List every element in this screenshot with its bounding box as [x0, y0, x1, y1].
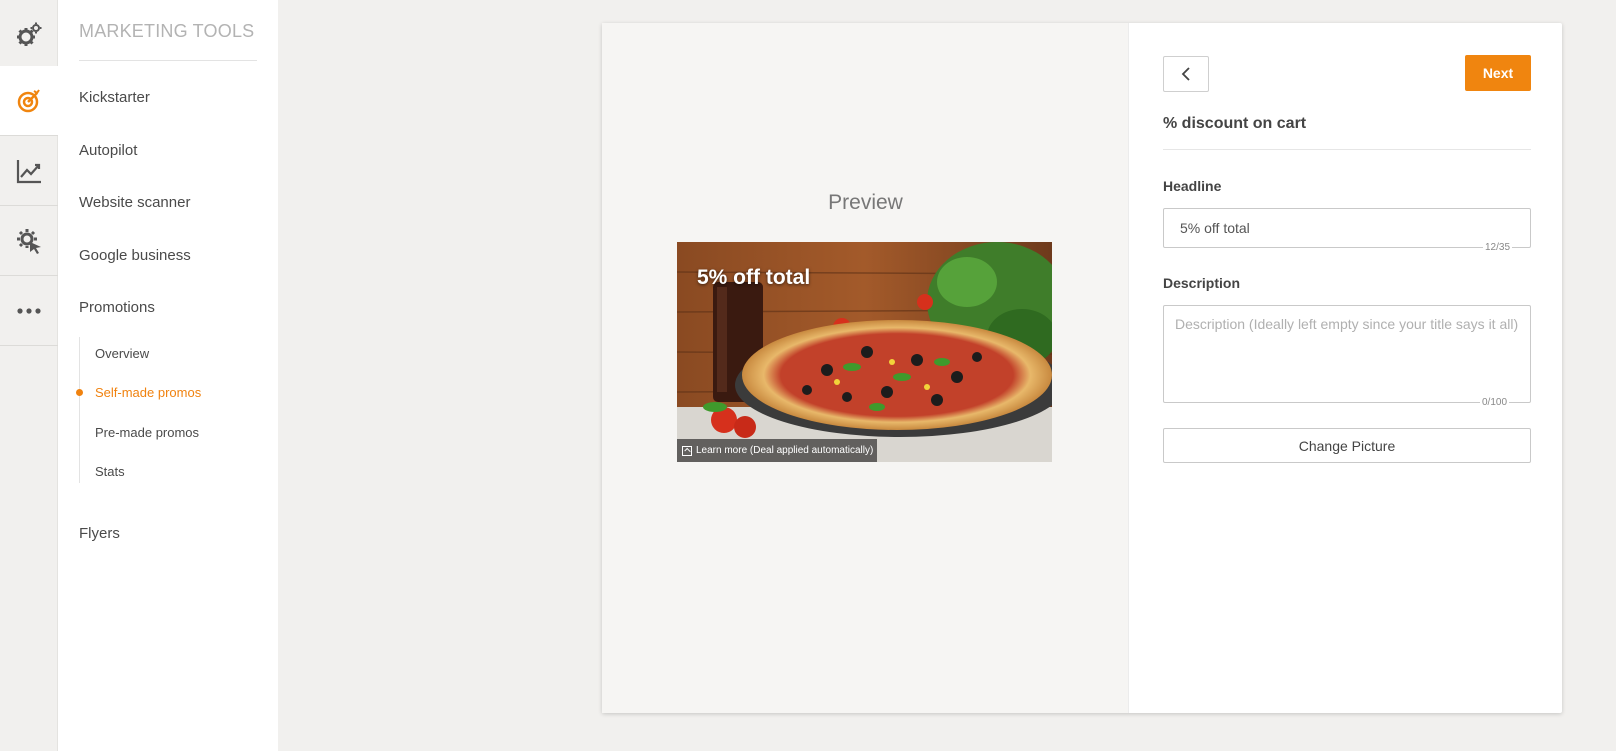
- preview-title: Preview: [828, 191, 903, 214]
- form-divider: [1163, 149, 1531, 150]
- rail-settings[interactable]: [0, 0, 58, 70]
- change-picture-button[interactable]: Change Picture: [1163, 428, 1531, 463]
- submenu-line: [79, 337, 80, 483]
- icon-rail: [0, 0, 58, 751]
- rail-automation[interactable]: [0, 206, 58, 276]
- sidebar-item-website-scanner[interactable]: Website scanner: [79, 194, 190, 211]
- chevron-left-icon: [1181, 67, 1190, 81]
- sidebar-item-autopilot[interactable]: Autopilot: [79, 142, 137, 159]
- promo-type-title: % discount on cart: [1163, 115, 1307, 132]
- promo-preview-image: 5% off total Learn more (Deal applied au…: [677, 242, 1052, 462]
- chart-line-icon: [16, 159, 41, 183]
- expand-icon: [682, 445, 692, 456]
- rail-more[interactable]: [0, 276, 58, 346]
- form-pane: Next % discount on cart Headline 12/35 D…: [1130, 23, 1562, 713]
- settings-gears-icon: [17, 22, 42, 46]
- active-indicator-dot: [76, 389, 83, 396]
- learn-more-text: Learn more (Deal applied automatically): [696, 445, 874, 456]
- promo-headline: 5% off total: [697, 266, 811, 289]
- learn-more-bar[interactable]: Learn more (Deal applied automatically): [677, 439, 877, 462]
- headline-label: Headline: [1163, 178, 1222, 194]
- description-textarea[interactable]: [1163, 305, 1531, 403]
- more-dots-icon: [17, 307, 41, 314]
- rail-marketing[interactable]: [0, 66, 58, 136]
- sidebar-title: MARKETING TOOLS: [79, 21, 255, 41]
- promo-editor-card: Preview 5% off total Learn more (Deal ap…: [602, 23, 1562, 713]
- preview-pane: Preview 5% off total Learn more (Deal ap…: [602, 23, 1129, 713]
- rail-analytics[interactable]: [0, 136, 58, 206]
- submenu-item-stats[interactable]: Stats: [95, 464, 125, 479]
- next-button[interactable]: Next: [1465, 55, 1531, 91]
- headline-input[interactable]: [1163, 208, 1531, 248]
- headline-counter: 12/35: [1483, 242, 1513, 253]
- sidebar-item-google-business[interactable]: Google business: [79, 247, 191, 264]
- submenu-item-overview[interactable]: Overview: [95, 346, 149, 361]
- sidebar-item-flyers[interactable]: Flyers: [79, 525, 120, 542]
- sidebar-item-kickstarter[interactable]: Kickstarter: [79, 89, 150, 106]
- sidebar: MARKETING TOOLS Kickstarter Autopilot We…: [58, 0, 278, 751]
- sidebar-divider: [79, 60, 257, 61]
- gear-cursor-icon: [17, 228, 41, 254]
- description-counter: 0/100: [1480, 397, 1510, 408]
- submenu-item-pre-made-promos[interactable]: Pre-made promos: [95, 425, 199, 440]
- submenu-item-self-made-promos[interactable]: Self-made promos: [95, 385, 201, 400]
- target-icon: [17, 88, 40, 112]
- back-button[interactable]: [1163, 56, 1209, 92]
- sidebar-item-promotions[interactable]: Promotions: [79, 299, 155, 316]
- description-label: Description: [1163, 275, 1241, 291]
